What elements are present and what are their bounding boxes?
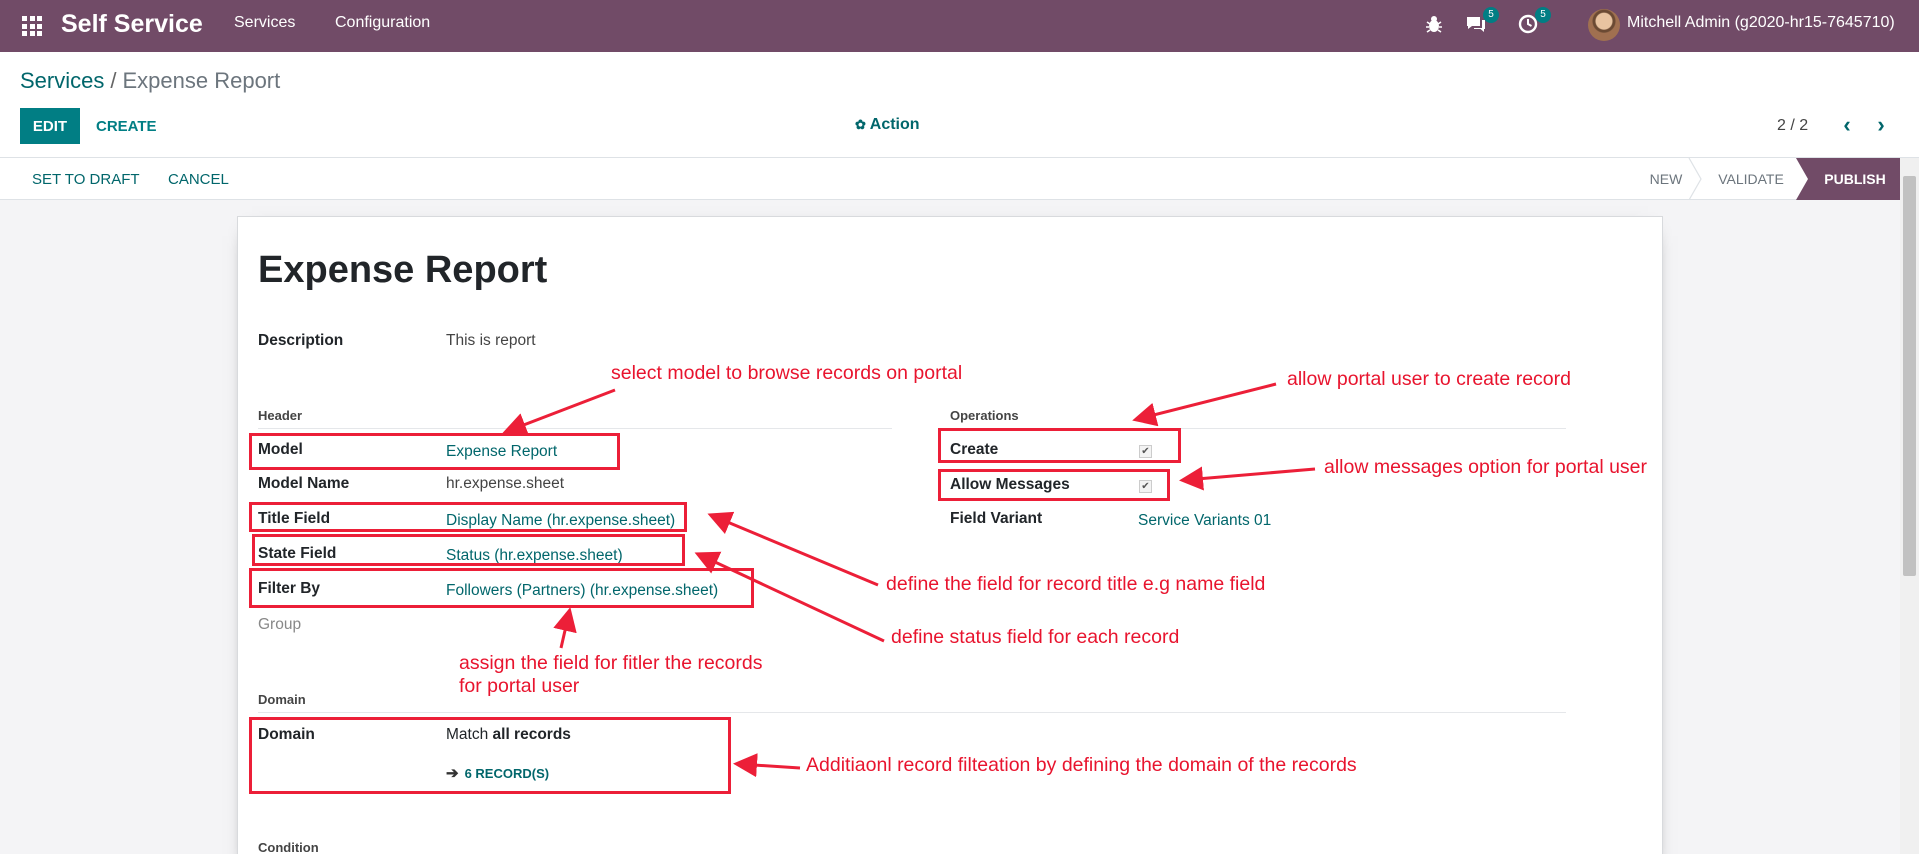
gear-icon: ✿: [855, 117, 866, 132]
domain-separator: [258, 712, 1566, 713]
activities-clock-icon[interactable]: 5: [1517, 7, 1551, 37]
annotation-model: select model to browse records on portal: [611, 362, 963, 384]
annotation-box-state-field: [252, 534, 685, 566]
pager-next-icon[interactable]: ›: [1869, 112, 1893, 138]
model-name-value[interactable]: hr.expense.sheet: [446, 475, 564, 493]
control-panel: Services / Expense Report EDIT CREATE ✿ Ac…: [0, 52, 1919, 158]
description-label: Description: [258, 332, 344, 349]
edit-button[interactable]: EDIT: [20, 108, 80, 144]
annotation-filter-line1: assign the field for fitler the records: [459, 652, 763, 674]
set-to-draft-button[interactable]: SET TO DRAFT: [32, 171, 140, 188]
create-button[interactable]: CREATE: [96, 118, 157, 135]
stage-chevron-icon: [1688, 158, 1702, 200]
breadcrumb-services[interactable]: Services: [20, 68, 104, 93]
description-value[interactable]: This is report: [446, 332, 536, 350]
breadcrumb: Services / Expense Report: [20, 68, 280, 94]
annotation-box-title-field: [249, 502, 687, 532]
record-title[interactable]: Expense Report: [258, 249, 547, 292]
status-bar: SET TO DRAFT CANCEL NEW VALIDATE PUBLISH: [0, 158, 1900, 200]
stage-validate[interactable]: VALIDATE: [1706, 158, 1796, 200]
annotation-box-allow-messages: [938, 469, 1170, 501]
action-menu[interactable]: ✿ Action: [855, 116, 920, 134]
messages-badge: 5: [1483, 7, 1499, 23]
group-label: Group: [258, 616, 302, 633]
menu-services[interactable]: Services: [234, 14, 295, 32]
user-menu[interactable]: Mitchell Admin (g2020-hr15-7645710): [1627, 14, 1895, 32]
app-brand[interactable]: Self Service: [61, 10, 203, 39]
debug-bug-icon[interactable]: [1424, 13, 1448, 37]
activities-badge: 5: [1535, 7, 1551, 23]
stage-publish[interactable]: PUBLISH: [1810, 158, 1900, 200]
field-variant-label: Field Variant: [950, 510, 1043, 527]
annotation-domain: Additiaonl record filteation by defining…: [806, 754, 1357, 776]
condition-section-title: Condition: [258, 840, 319, 854]
cancel-button[interactable]: CANCEL: [168, 171, 229, 188]
menu-configuration[interactable]: Configuration: [335, 14, 430, 32]
stage-new[interactable]: NEW: [1636, 158, 1696, 200]
annotation-create: allow portal user to create record: [1287, 368, 1571, 390]
annotation-box-domain: [249, 717, 731, 794]
pager-value[interactable]: 2 / 2: [1777, 117, 1808, 135]
scrollbar-thumb[interactable]: [1903, 176, 1916, 576]
annotation-box-create: [938, 428, 1181, 463]
stage-chevron-icon: [1796, 158, 1810, 200]
annotation-title-field: define the field for record title e.g na…: [886, 573, 1266, 595]
operations-section-title: Operations: [950, 408, 1019, 423]
action-label: Action: [869, 116, 920, 133]
annotation-box-filter-by: [249, 568, 754, 608]
user-avatar[interactable]: [1588, 9, 1620, 41]
model-name-label: Model Name: [258, 475, 350, 492]
breadcrumb-current: Expense Report: [122, 68, 281, 93]
domain-section-title: Domain: [258, 692, 306, 707]
page-scrollbar[interactable]: [1900, 158, 1919, 854]
breadcrumb-separator: /: [110, 68, 117, 93]
annotation-box-model: [249, 433, 620, 470]
messages-chat-icon[interactable]: 5: [1465, 7, 1499, 37]
header-separator: [258, 428, 892, 429]
annotation-filter-line2: for portal user: [459, 675, 580, 697]
top-navbar: Self Service Services Configuration 5 5 …: [0, 0, 1919, 52]
header-section-title: Header: [258, 408, 303, 423]
apps-menu-icon[interactable]: [20, 14, 42, 36]
pager-previous-icon[interactable]: ‹: [1835, 112, 1859, 138]
field-variant-value[interactable]: Service Variants 01: [1138, 512, 1271, 530]
annotation-messages: allow messages option for portal user: [1324, 456, 1647, 478]
annotation-state-field: define status field for each record: [891, 626, 1180, 648]
